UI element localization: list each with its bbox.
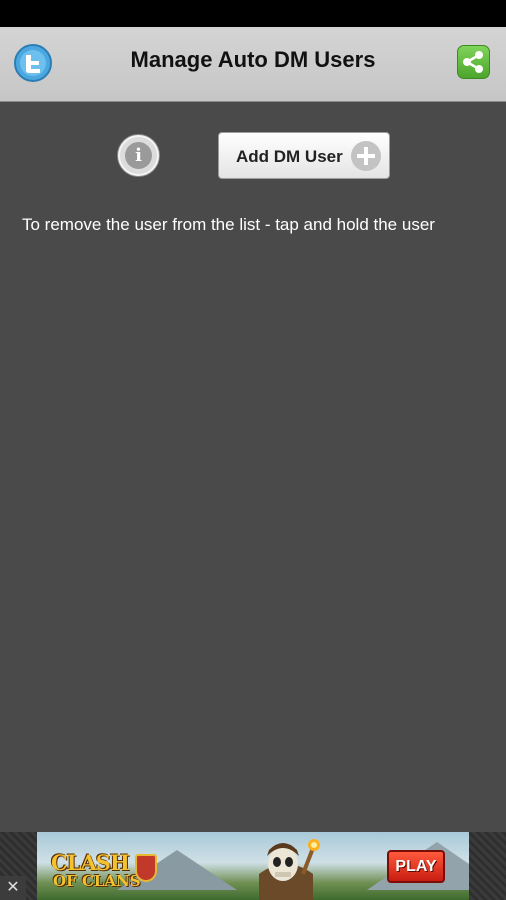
ad-shield-icon bbox=[135, 854, 157, 882]
add-dm-user-label: Add DM User bbox=[236, 147, 343, 166]
info-icon: i bbox=[125, 142, 152, 169]
info-button[interactable]: i bbox=[118, 135, 159, 176]
share-icon[interactable] bbox=[457, 45, 490, 79]
ad-bar: CLASH OF CLANS PLAY bbox=[0, 832, 506, 900]
ad-play-button[interactable]: PLAY bbox=[387, 850, 445, 883]
ad-play-label: PLAY bbox=[395, 858, 437, 875]
plus-circle-icon bbox=[351, 141, 381, 171]
ad-logo-line2: OF CLANS bbox=[53, 872, 141, 890]
ad-banner[interactable]: CLASH OF CLANS PLAY bbox=[37, 832, 469, 900]
add-dm-user-button[interactable]: Add DM User bbox=[218, 132, 390, 179]
remove-user-hint: To remove the user from the list - tap a… bbox=[22, 215, 435, 234]
ad-logo: CLASH OF CLANS bbox=[51, 846, 157, 890]
ad-character-image bbox=[251, 834, 321, 900]
close-icon[interactable]: ✕ bbox=[0, 876, 26, 900]
status-bar bbox=[0, 0, 506, 27]
header-bar: Manage Auto DM Users bbox=[0, 27, 506, 102]
info-glyph: i bbox=[135, 145, 142, 166]
page-title: Manage Auto DM Users bbox=[130, 47, 376, 72]
